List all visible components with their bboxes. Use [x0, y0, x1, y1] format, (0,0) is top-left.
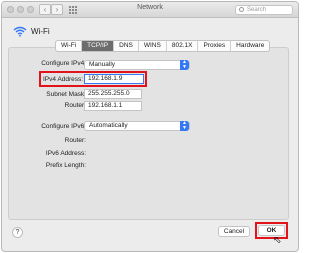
ipv6-address-label: IPv6 Address: [45, 150, 86, 157]
configure-ipv4-label: Configure IPv4: [41, 60, 86, 67]
help-button[interactable]: ? [12, 227, 23, 238]
configure-ipv4-select[interactable]: Manually ▲ ▼ [84, 60, 190, 70]
connection-title: Wi-Fi [31, 27, 50, 36]
select-arrows-icon: ▲ ▼ [180, 121, 189, 131]
title-bar: ‹ › Network Search [2, 2, 298, 18]
router-field[interactable]: 192.168.1.1 [84, 101, 142, 111]
tab-tcpip[interactable]: TCP/IP [82, 41, 115, 51]
configure-ipv6-value: Automatically [89, 122, 128, 129]
configure-ipv4-value: Manually [89, 61, 116, 68]
select-arrows-icon: ▲ ▼ [180, 60, 189, 70]
mouse-pointer-icon: ⬁ [273, 235, 282, 246]
ipv6-router-label: Router: [64, 137, 86, 144]
search-icon [239, 7, 244, 12]
configure-ipv6-select[interactable]: Automatically ▲ ▼ [84, 121, 190, 131]
prefix-length-label: Prefix Length: [45, 162, 86, 169]
search-input[interactable]: Search [235, 5, 293, 15]
cancel-button[interactable]: Cancel [218, 226, 250, 237]
tab-proxies[interactable]: Proxies [198, 41, 232, 51]
router-label: Router: [64, 102, 86, 109]
subnet-mask-field[interactable]: 255.255.255.0 [84, 89, 142, 99]
tab-dns[interactable]: DNS [114, 41, 139, 51]
configure-ipv6-label: Configure IPv6: [41, 123, 86, 130]
tab-bar: Wi-Fi TCP/IP DNS WINS 802.1X Proxies Har… [55, 40, 271, 52]
wifi-icon [13, 26, 27, 37]
tab-wifi[interactable]: Wi-Fi [56, 41, 83, 51]
tab-wins[interactable]: WINS [139, 41, 167, 51]
ipv4-highlight-box [39, 71, 147, 87]
ok-highlight-box [255, 222, 288, 239]
tab-hardware[interactable]: Hardware [231, 41, 269, 51]
subnet-mask-label: Subnet Mask: [46, 91, 86, 98]
tab-8021x[interactable]: 802.1X [167, 41, 199, 51]
search-placeholder: Search [247, 7, 267, 13]
